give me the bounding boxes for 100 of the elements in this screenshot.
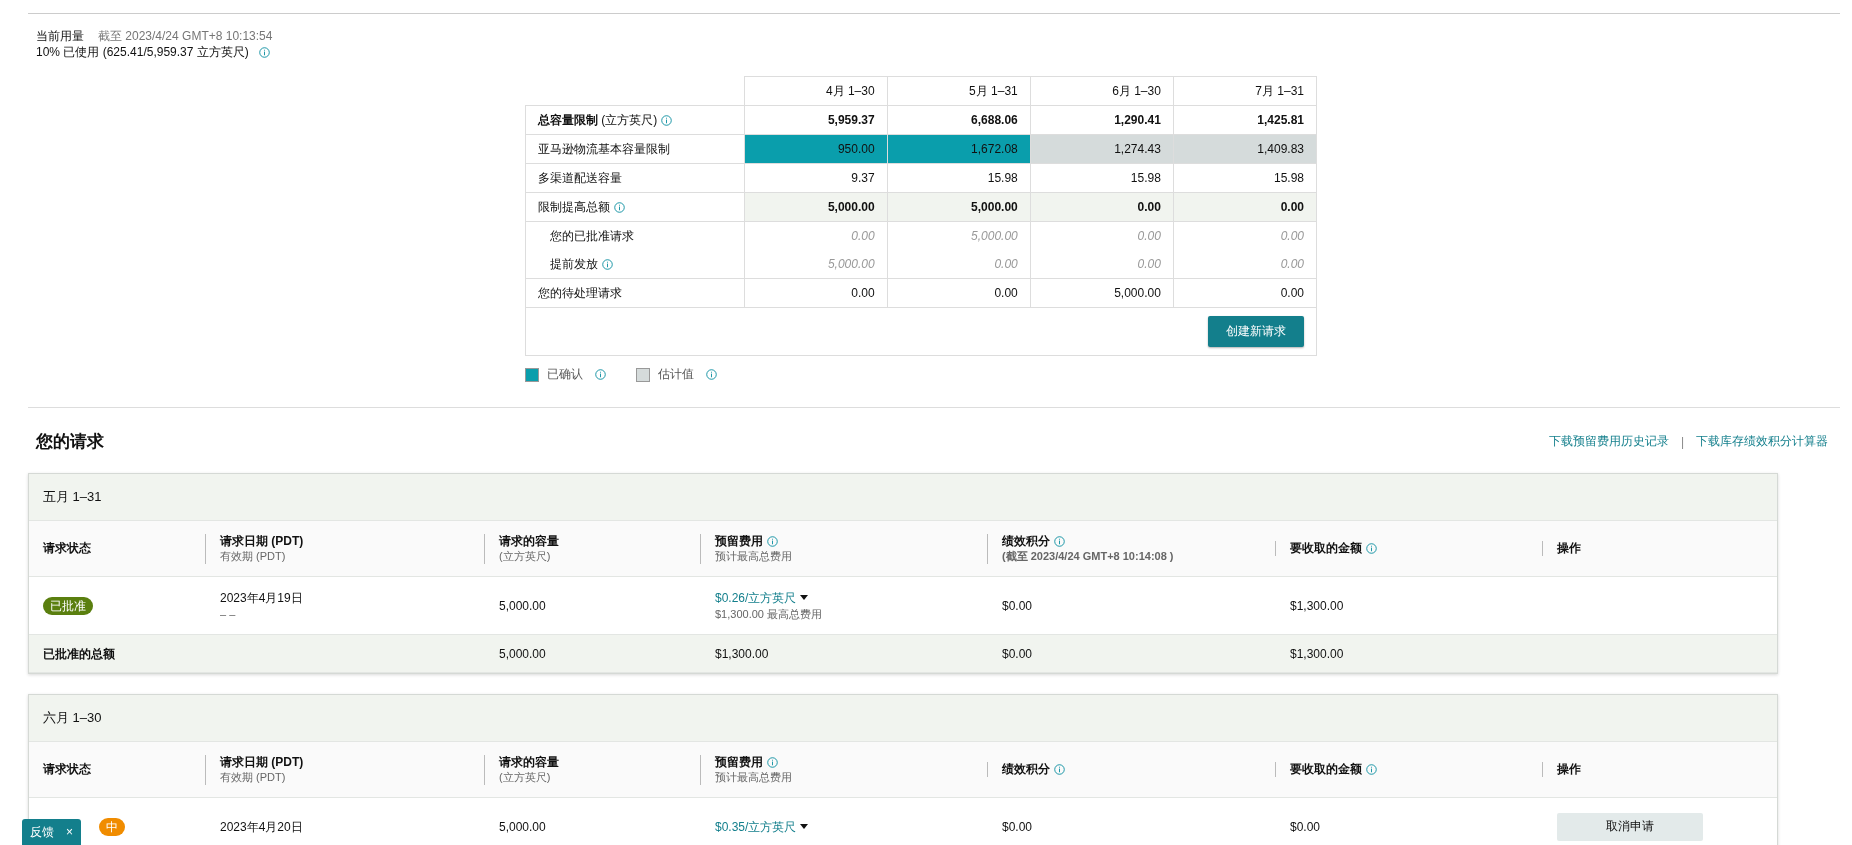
cancel-button[interactable]: 取消申请 xyxy=(1557,812,1703,841)
info-icon[interactable] xyxy=(1366,543,1377,554)
info-icon[interactable] xyxy=(595,369,606,380)
status-badge: 已批准 xyxy=(43,596,93,615)
column-header: 操作 xyxy=(1557,541,1581,556)
legend-label: 已确认 xyxy=(547,366,583,383)
capacity-value: 15.98 xyxy=(887,163,1031,193)
column-header: 请求日期 (PDT) xyxy=(220,754,304,770)
row-label: 您的待处理请求 xyxy=(525,278,744,308)
month-title: 六月 1–30 xyxy=(43,709,102,727)
column-header: 请求的容量 xyxy=(499,754,559,770)
column-subheader: 预计最高总费用 xyxy=(715,548,793,564)
capacity-value: 15.98 xyxy=(1030,163,1174,193)
usage-label: 当前用量 xyxy=(36,28,84,44)
caret-icon xyxy=(800,595,809,600)
capacity-value: 5,000.00 xyxy=(887,192,1031,222)
capacity-value: 5,000.00 xyxy=(1030,278,1174,308)
capacity-value: 1,425.81 xyxy=(1173,105,1317,135)
capacity-value: 5,000.00 xyxy=(887,221,1031,250)
total-amount: $1,300.00 xyxy=(1290,645,1345,662)
column-header: 请求状态 xyxy=(43,762,91,777)
month-header: 4月 1–30 xyxy=(744,76,888,106)
info-icon[interactable] xyxy=(767,756,778,768)
column-header: 预留费用 xyxy=(715,533,763,549)
column-header: 请求日期 (PDT) xyxy=(220,533,304,549)
capacity-value: 1,274.43 xyxy=(1030,134,1174,164)
usage-timestamp: 截至 2023/4/24 GMT+8 10:13:54 xyxy=(98,28,273,44)
amount-value: $1,300.00 xyxy=(1290,597,1345,614)
row-label: 您的已批准请求 xyxy=(525,221,744,250)
close-icon[interactable]: × xyxy=(66,825,73,839)
feedback-button[interactable]: 反馈 × xyxy=(22,819,81,845)
column-header: 请求的容量 xyxy=(499,533,559,549)
total-label: 已批准的总额 xyxy=(43,645,116,662)
column-subheader: 预计最高总费用 xyxy=(715,769,793,785)
capacity-value: 0.00 xyxy=(887,250,1031,279)
capacity-value: 0.00 xyxy=(1030,221,1174,250)
capacity-value: 5,000.00 xyxy=(499,818,547,835)
capacity-value: 0.00 xyxy=(1173,250,1317,279)
row-label: 提前发放 xyxy=(525,250,744,279)
month-header: 7月 1–31 xyxy=(1173,76,1317,106)
link-separator: | xyxy=(1680,434,1684,449)
capacity-value: 0.00 xyxy=(1173,278,1317,308)
month-header: 5月 1–31 xyxy=(887,76,1031,106)
fee-dropdown[interactable]: $0.35/立方英尺 xyxy=(715,818,809,835)
request-date: 2023年4月20日 xyxy=(220,818,304,835)
capacity-value: 5,000.00 xyxy=(744,192,888,222)
capacity-value: 1,409.83 xyxy=(1173,134,1317,164)
capacity-value: 1,290.41 xyxy=(1030,105,1174,135)
column-header: 绩效积分 xyxy=(1002,762,1050,777)
column-subheader: (截至 2023/4/24 GMT+8 10:14:08 ) xyxy=(1002,548,1175,564)
capacity-value: 6,688.06 xyxy=(887,105,1031,135)
total-capacity: 5,000.00 xyxy=(499,645,547,662)
total-performance: $0.00 xyxy=(1002,645,1034,662)
column-header: 绩效积分 xyxy=(1002,533,1050,549)
download-link[interactable]: 下载库存绩效积分计算器 xyxy=(1696,433,1828,450)
info-icon[interactable] xyxy=(1054,764,1065,775)
capacity-value: 0.00 xyxy=(1030,250,1174,279)
performance-value: $0.00 xyxy=(1002,818,1034,835)
capacity-value: 5,000.00 xyxy=(499,597,547,614)
row-label: 总容量限制 (立方英尺) xyxy=(525,105,744,135)
info-icon[interactable] xyxy=(1366,764,1377,775)
capacity-value: 0.00 xyxy=(1030,192,1174,222)
capacity-value: 15.98 xyxy=(1173,163,1317,193)
column-header: 预留费用 xyxy=(715,754,763,770)
capacity-value: 5,959.37 xyxy=(744,105,888,135)
info-icon[interactable] xyxy=(258,46,270,58)
column-header: 操作 xyxy=(1557,762,1581,777)
request-date: 2023年4月19日 xyxy=(220,589,304,606)
status-badge: 中 xyxy=(99,817,125,836)
column-subheader: 有效期 (PDT) xyxy=(220,548,287,564)
amount-value: $0.00 xyxy=(1290,818,1322,835)
caret-icon xyxy=(800,824,809,829)
info-icon[interactable] xyxy=(706,369,717,380)
download-link[interactable]: 下载预留费用历史记录 xyxy=(1548,433,1669,450)
column-header: 请求状态 xyxy=(43,541,91,556)
create-request-button[interactable]: 创建新请求 xyxy=(1208,316,1304,347)
info-icon[interactable] xyxy=(767,535,778,547)
info-icon[interactable] xyxy=(602,258,613,270)
column-header: 要收取的金额 xyxy=(1290,762,1362,777)
capacity-value: 950.00 xyxy=(744,134,888,164)
section-title: 您的请求 xyxy=(36,431,104,453)
info-icon[interactable] xyxy=(661,114,673,126)
capacity-value: 0.00 xyxy=(1173,221,1317,250)
month-title: 五月 1–31 xyxy=(43,488,102,506)
capacity-value: 0.00 xyxy=(744,221,888,250)
column-header: 要收取的金额 xyxy=(1290,541,1362,556)
capacity-value: 5,000.00 xyxy=(744,250,888,279)
max-fee: $1,300.00 最高总费用 xyxy=(715,606,823,622)
column-subheader: 有效期 (PDT) xyxy=(220,769,287,785)
row-label: 多渠道配送容量 xyxy=(525,163,744,193)
capacity-value: 0.00 xyxy=(1173,192,1317,222)
fee-dropdown[interactable]: $0.26/立方英尺 xyxy=(715,589,809,606)
legend-label: 估计值 xyxy=(658,366,694,383)
month-header: 6月 1–30 xyxy=(1030,76,1174,106)
column-subheader: (立方英尺) xyxy=(499,769,552,785)
capacity-value: 0.00 xyxy=(744,278,888,308)
capacity-value: 0.00 xyxy=(887,278,1031,308)
info-icon[interactable] xyxy=(1054,535,1065,547)
info-icon[interactable] xyxy=(614,201,625,213)
usage-text: 10% 已使用 (625.41/5,959.37 立方英尺) xyxy=(36,44,249,60)
